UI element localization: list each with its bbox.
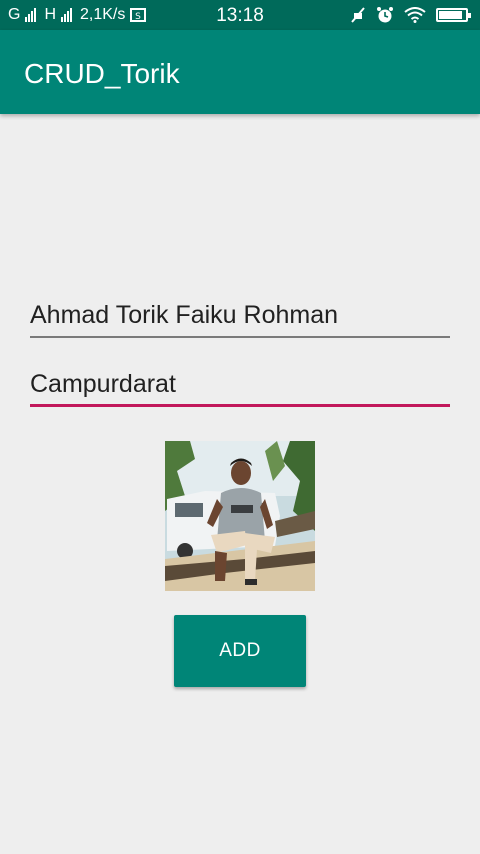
photo-image: [165, 441, 315, 591]
address-field-text: Campurdarat: [30, 370, 176, 398]
address-field[interactable]: Campurdarat: [30, 364, 450, 407]
name-field-text: Ahmad Torik Faiku Rohman: [30, 301, 339, 329]
person-photo[interactable]: [165, 441, 315, 591]
app-bar: CRUD_Torik: [0, 30, 480, 114]
name-field[interactable]: Ahmad Torik Faiku Rohman: [30, 296, 450, 338]
add-button[interactable]: ADD: [174, 615, 306, 687]
app-title: CRUD_Torik: [24, 58, 180, 89]
status-bar: G H 2,1K/s S 13:18: [0, 0, 480, 30]
alarm-icon: [377, 7, 393, 23]
wifi-icon: [404, 7, 426, 23]
battery-fill: [439, 11, 462, 19]
mute-icon: [351, 7, 365, 23]
status-right: [350, 6, 471, 24]
battery-icon: [436, 8, 471, 22]
name-field-underline: [30, 336, 450, 338]
address-field-underline: [30, 404, 450, 407]
